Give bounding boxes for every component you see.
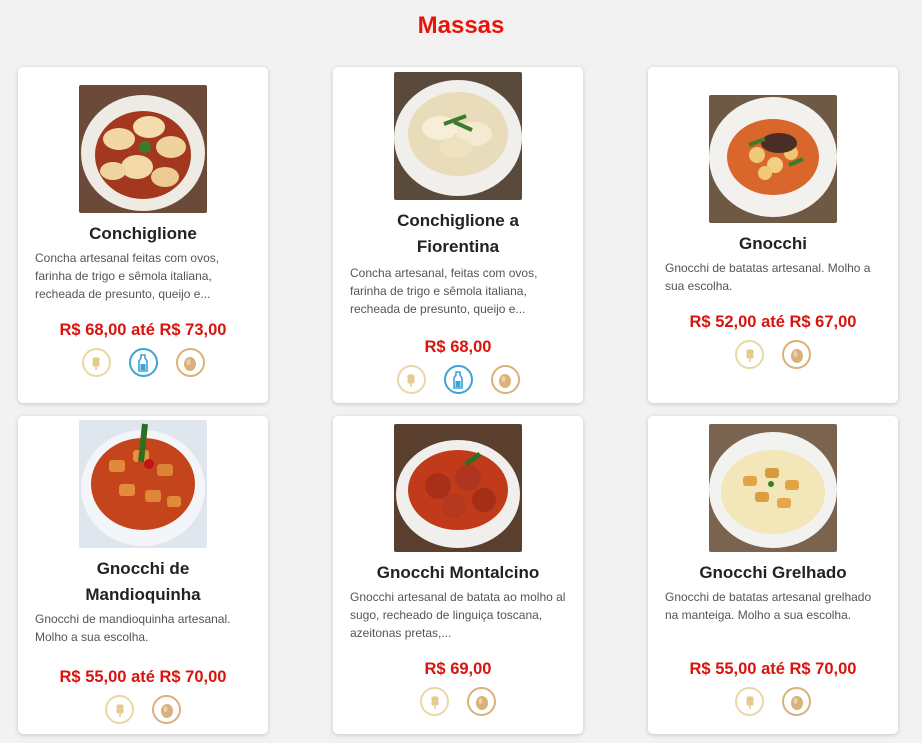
wheat-icon <box>396 365 426 394</box>
product-card-conchiglione-fiorentina[interactable]: Conchiglione a Fiorentina Concha artesan… <box>333 67 583 403</box>
egg-icon <box>175 348 205 377</box>
egg-icon <box>782 687 811 716</box>
product-name[interactable]: Gnocchi de Mandioquinha <box>35 556 251 608</box>
product-description: Gnocchi artesanal de batata ao molho al … <box>350 590 566 640</box>
egg-icon <box>490 365 520 394</box>
wheat-icon <box>735 687 764 716</box>
product-description: Concha artesanal feitas com ovos, farinh… <box>35 251 220 301</box>
egg-icon <box>782 340 811 369</box>
product-name[interactable]: Gnocchi Grelhado <box>665 560 881 586</box>
product-price: R$ 52,00 até R$ 67,00 <box>689 313 857 331</box>
wheat-icon <box>81 348 111 377</box>
egg-icon <box>467 687 496 716</box>
product-name[interactable]: Gnocchi Montalcino <box>350 560 566 586</box>
product-price: R$ 68,00 <box>424 338 492 356</box>
allergen-icons <box>665 340 881 369</box>
product-name[interactable]: Conchiglione <box>35 221 251 247</box>
allergen-icons <box>350 687 566 716</box>
product-price: R$ 68,00 até R$ 73,00 <box>59 321 227 339</box>
product-card-gnocchi[interactable]: Gnocchi Gnocchi de batatas artesanal. Mo… <box>648 67 898 403</box>
product-description: Gnocchi de batatas artesanal grelhado na… <box>665 590 872 622</box>
dish-photo[interactable] <box>79 85 207 213</box>
product-price: R$ 55,00 até R$ 70,00 <box>59 668 227 686</box>
product-name[interactable]: Conchiglione a Fiorentina <box>350 208 566 260</box>
wheat-icon <box>420 687 449 716</box>
allergen-icons <box>350 365 566 394</box>
product-card-conchiglione[interactable]: Conchiglione Concha artesanal feitas com… <box>18 67 268 403</box>
product-price: R$ 55,00 até R$ 70,00 <box>689 660 857 678</box>
allergen-icons <box>35 695 251 724</box>
dish-photo[interactable] <box>394 72 522 200</box>
product-description: Gnocchi de mandioquinha artesanal. Molho… <box>35 612 231 644</box>
dish-photo[interactable] <box>394 424 522 552</box>
wheat-icon <box>105 695 134 724</box>
milk-icon <box>128 348 158 377</box>
dish-photo[interactable] <box>79 420 207 548</box>
milk-icon <box>443 365 473 394</box>
product-description: Gnocchi de batatas artesanal. Molho a su… <box>665 261 871 293</box>
allergen-icons <box>35 348 251 377</box>
dish-photo[interactable] <box>709 95 837 223</box>
allergen-icons <box>665 687 881 716</box>
page-title: Massas <box>417 12 505 39</box>
product-card-gnocchi-mandioquinha[interactable]: Gnocchi de Mandioquinha Gnocchi de mandi… <box>18 416 268 734</box>
dish-photo[interactable] <box>709 424 837 552</box>
product-price: R$ 69,00 <box>424 660 492 678</box>
product-card-gnocchi-montalcino[interactable]: Gnocchi Montalcino Gnocchi artesanal de … <box>333 416 583 734</box>
egg-icon <box>152 695 181 724</box>
product-card-gnocchi-grelhado[interactable]: Gnocchi Grelhado Gnocchi de batatas arte… <box>648 416 898 734</box>
product-description: Concha artesanal, feitas com ovos, farin… <box>350 266 538 316</box>
product-name[interactable]: Gnocchi <box>665 231 881 257</box>
wheat-icon <box>735 340 764 369</box>
